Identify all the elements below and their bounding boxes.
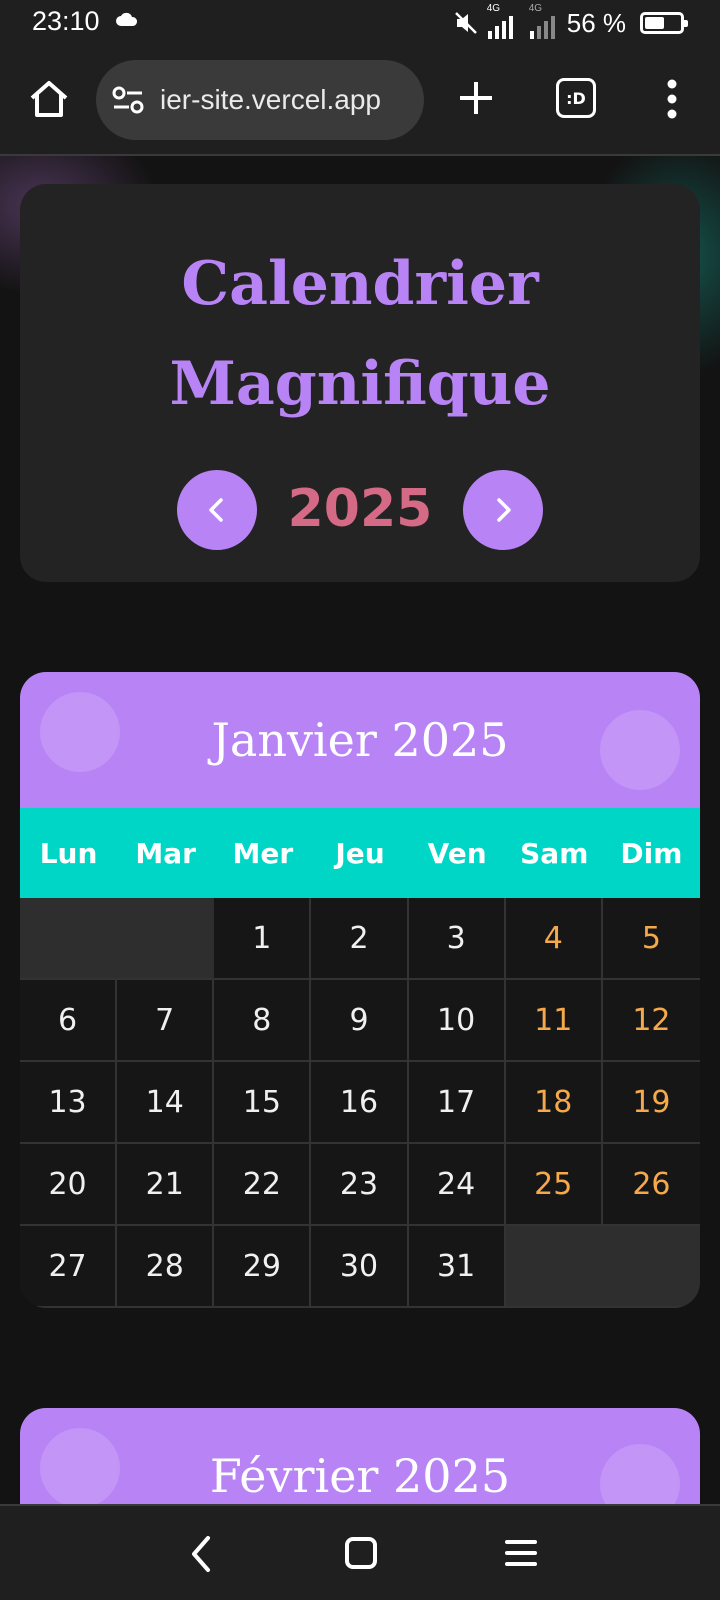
- battery-icon: [640, 12, 688, 34]
- day-cell[interactable]: 5: [602, 898, 700, 980]
- title-line-2: Magnifique: [169, 349, 551, 419]
- battery-percent: 56 %: [566, 7, 626, 38]
- day-cell[interactable]: 3: [408, 898, 506, 980]
- chevron-left-icon: [209, 498, 223, 522]
- weekday-header-row: Lun Mar Mer Jeu Ven Sam Dim: [20, 808, 700, 898]
- month-title: Février 2025: [209, 1449, 511, 1503]
- title-line-1: Calendrier: [181, 249, 539, 319]
- back-icon[interactable]: [184, 1534, 220, 1574]
- tab-switcher-button[interactable]: :D: [556, 78, 596, 118]
- status-time: 23:10: [32, 6, 100, 36]
- network-label-2: 4G: [528, 3, 543, 14]
- day-cell[interactable]: 25: [505, 1144, 603, 1226]
- day-cell[interactable]: 11: [505, 980, 603, 1062]
- site-settings-icon[interactable]: [112, 86, 144, 114]
- home-square-icon[interactable]: [344, 1536, 378, 1570]
- day-cell[interactable]: 22: [214, 1144, 312, 1226]
- day-cell[interactable]: 18: [505, 1062, 603, 1144]
- month-header: Janvier 2025: [20, 672, 700, 808]
- weekday-label: Ven: [427, 836, 487, 870]
- browser-toolbar: ier-site.vercel.app :D: [0, 46, 720, 156]
- page-content: Calendrier Magnifique 2025 Janvier 2025 …: [0, 156, 720, 1504]
- day-cell[interactable]: 13: [20, 1062, 118, 1144]
- system-navigation-bar: [0, 1504, 720, 1600]
- chevron-right-icon: [497, 498, 511, 522]
- day-cell[interactable]: 12: [602, 980, 700, 1062]
- day-cell[interactable]: 26: [602, 1144, 700, 1226]
- cloud-icon: [116, 12, 138, 26]
- day-cell[interactable]: 6: [20, 980, 118, 1062]
- empty-day-cell: [117, 898, 215, 980]
- status-bar: 23:10 4G 4G 56 %: [0, 0, 720, 46]
- year-display: 2025: [287, 479, 433, 539]
- day-cell[interactable]: 9: [311, 980, 409, 1062]
- weekday-label: Jeu: [335, 836, 385, 870]
- day-cell[interactable]: 8: [214, 980, 312, 1062]
- empty-day-cell: [505, 1226, 603, 1308]
- weekday-label: Sam: [520, 836, 589, 870]
- signal-2: 4G: [529, 3, 559, 39]
- day-cell[interactable]: 7: [117, 980, 215, 1062]
- calendar-header-card: Calendrier Magnifique 2025: [20, 184, 700, 582]
- battery-fill: [645, 17, 665, 29]
- weekday-label: Dim: [620, 836, 683, 870]
- day-cell[interactable]: 27: [20, 1226, 118, 1308]
- day-cell[interactable]: 31: [408, 1226, 506, 1308]
- day-cell[interactable]: 16: [311, 1062, 409, 1144]
- url-text[interactable]: ier-site.vercel.app: [160, 84, 381, 116]
- weekday-label: Lun: [39, 836, 98, 870]
- weekday-label: Mer: [232, 836, 294, 870]
- day-cell[interactable]: 19: [602, 1062, 700, 1144]
- next-year-button[interactable]: [463, 470, 543, 550]
- day-cell[interactable]: 29: [214, 1226, 312, 1308]
- day-cell[interactable]: 4: [505, 898, 603, 980]
- day-cell[interactable]: 30: [311, 1226, 409, 1308]
- day-cell[interactable]: 14: [117, 1062, 215, 1144]
- month-header: Février 2025: [20, 1408, 700, 1504]
- signal-1: 4G: [487, 3, 521, 39]
- address-bar[interactable]: ier-site.vercel.app: [96, 60, 424, 140]
- status-right: 4G 4G 56 %: [453, 3, 688, 42]
- weekday-label: Mar: [135, 836, 196, 870]
- day-grid: 1 2 3 4 5 6 7 8 9 10 11 12 13 14 15 16 17 18 19 20 21 22 23 24 2…: [20, 898, 700, 1308]
- day-cell[interactable]: 23: [311, 1144, 409, 1226]
- previous-year-button[interactable]: [177, 470, 257, 550]
- day-cell[interactable]: 21: [117, 1144, 215, 1226]
- empty-day-cell: [602, 1226, 700, 1308]
- network-label-1: 4G: [486, 3, 501, 14]
- month-card-february: Février 2025: [20, 1408, 700, 1504]
- mute-icon: [454, 12, 477, 34]
- month-card-january: Janvier 2025 Lun Mar Mer Jeu Ven Sam Dim 12345…: [20, 672, 700, 1308]
- recent-apps-icon[interactable]: [504, 1536, 538, 1570]
- day-cell[interactable]: 28: [117, 1226, 215, 1308]
- more-options-icon[interactable]: [660, 76, 684, 122]
- empty-day-cell: [20, 898, 118, 980]
- day-cell[interactable]: 20: [20, 1144, 118, 1226]
- page-title: Calendrier Magnifique: [20, 234, 700, 434]
- signal-bars-icon: [487, 16, 513, 39]
- day-cell[interactable]: 10: [408, 980, 506, 1062]
- new-tab-icon[interactable]: [456, 78, 496, 118]
- day-cell[interactable]: 1: [214, 898, 312, 980]
- day-cell[interactable]: 17: [408, 1062, 506, 1144]
- home-icon[interactable]: [26, 76, 72, 122]
- day-cell[interactable]: 24: [408, 1144, 506, 1226]
- signal-bars-icon-2: [529, 16, 555, 39]
- day-cell[interactable]: 15: [214, 1062, 312, 1144]
- day-cell[interactable]: 2: [311, 898, 409, 980]
- month-title: Janvier 2025: [211, 713, 509, 767]
